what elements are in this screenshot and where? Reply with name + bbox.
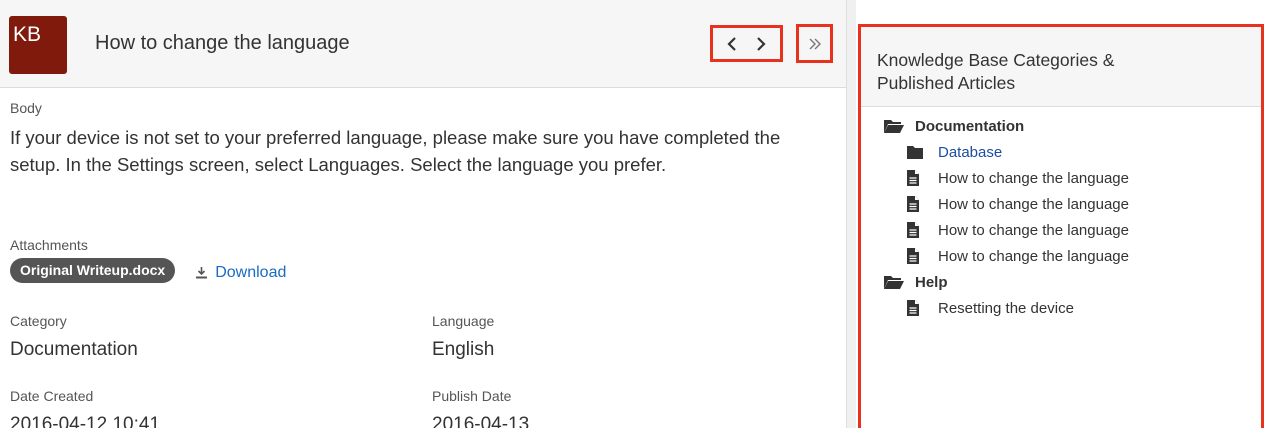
tree-article[interactable]: Resetting the device [883, 295, 1129, 321]
record-header: KB How to change the language [0, 0, 846, 88]
document-icon [906, 195, 938, 213]
attachment-file-pill[interactable]: Original Writeup.docx [10, 258, 176, 283]
double-chevron-right-icon[interactable] [796, 24, 833, 63]
tree-label: Resetting the device [938, 299, 1074, 317]
publish-date-label: Publish Date [432, 388, 512, 404]
language-value: English [432, 339, 495, 360]
sidebar-title-line2: Published Articles [877, 73, 1016, 93]
kb-tree: Documentation Database How to change the… [883, 113, 1129, 321]
kb-sidebar: Knowledge Base Categories & Published Ar… [856, 0, 1271, 428]
tree-label: Database [938, 143, 1003, 161]
record-panel: KB How to change the language Body If yo… [0, 0, 846, 428]
tree-category-help[interactable]: Help [883, 269, 1129, 295]
category-field: Category Documentation [10, 313, 138, 361]
document-icon [906, 221, 938, 239]
tree-label: How to change the language [938, 195, 1129, 213]
tree-label: How to change the language [938, 169, 1129, 187]
sidebar-title: Knowledge Base Categories & Published Ar… [861, 27, 1261, 107]
date-created-value: 2016-04-12 10:41 [10, 414, 161, 428]
sidebar-title-line1: Knowledge Base Categories & [877, 50, 1115, 70]
tree-label: How to change the language [938, 247, 1129, 265]
module-avatar: KB [9, 16, 67, 74]
chevron-right-icon[interactable] [747, 30, 775, 58]
tree-label: Help [915, 273, 948, 291]
download-label: Download [215, 263, 287, 281]
body-label: Body [10, 100, 42, 116]
chevron-left-icon[interactable] [718, 30, 746, 58]
tree-category-database[interactable]: Database [883, 139, 1129, 165]
tree-article[interactable]: How to change the language [883, 243, 1129, 269]
language-label: Language [432, 313, 495, 329]
tree-article[interactable]: How to change the language [883, 165, 1129, 191]
tree-article[interactable]: How to change the language [883, 191, 1129, 217]
tree-label: How to change the language [938, 221, 1129, 239]
tree-article[interactable]: How to change the language [883, 217, 1129, 243]
download-link[interactable]: Download [195, 260, 286, 282]
record-nav-group [710, 25, 783, 62]
language-field: Language English [432, 313, 494, 361]
download-icon [196, 267, 208, 279]
document-icon [906, 247, 938, 265]
tree-label: Documentation [915, 117, 1025, 135]
category-label: Category [10, 313, 67, 329]
attachments-label: Attachments [10, 237, 88, 253]
folder-open-icon [883, 118, 915, 134]
document-icon [906, 169, 938, 187]
kb-sidebar-frame: Knowledge Base Categories & Published Ar… [858, 24, 1264, 428]
body-text: If your device is not set to your prefer… [10, 127, 781, 175]
publish-date-value: 2016-04-13 [432, 414, 530, 428]
body-section: Body If your device is not set to your p… [10, 100, 830, 178]
panel-divider[interactable] [846, 0, 856, 428]
folder-icon [906, 145, 938, 160]
folder-open-icon [883, 274, 915, 290]
record-title: How to change the language [95, 32, 350, 54]
publish-date-field: Publish Date 2016-04-13 [432, 388, 529, 428]
document-icon [906, 299, 938, 317]
attachment-row: Original Writeup.docx Download [10, 258, 286, 283]
date-created-label: Date Created [10, 388, 94, 404]
date-created-field: Date Created 2016-04-12 10:41 [10, 388, 160, 428]
tree-category-documentation[interactable]: Documentation [883, 113, 1129, 139]
category-value: Documentation [10, 339, 138, 360]
